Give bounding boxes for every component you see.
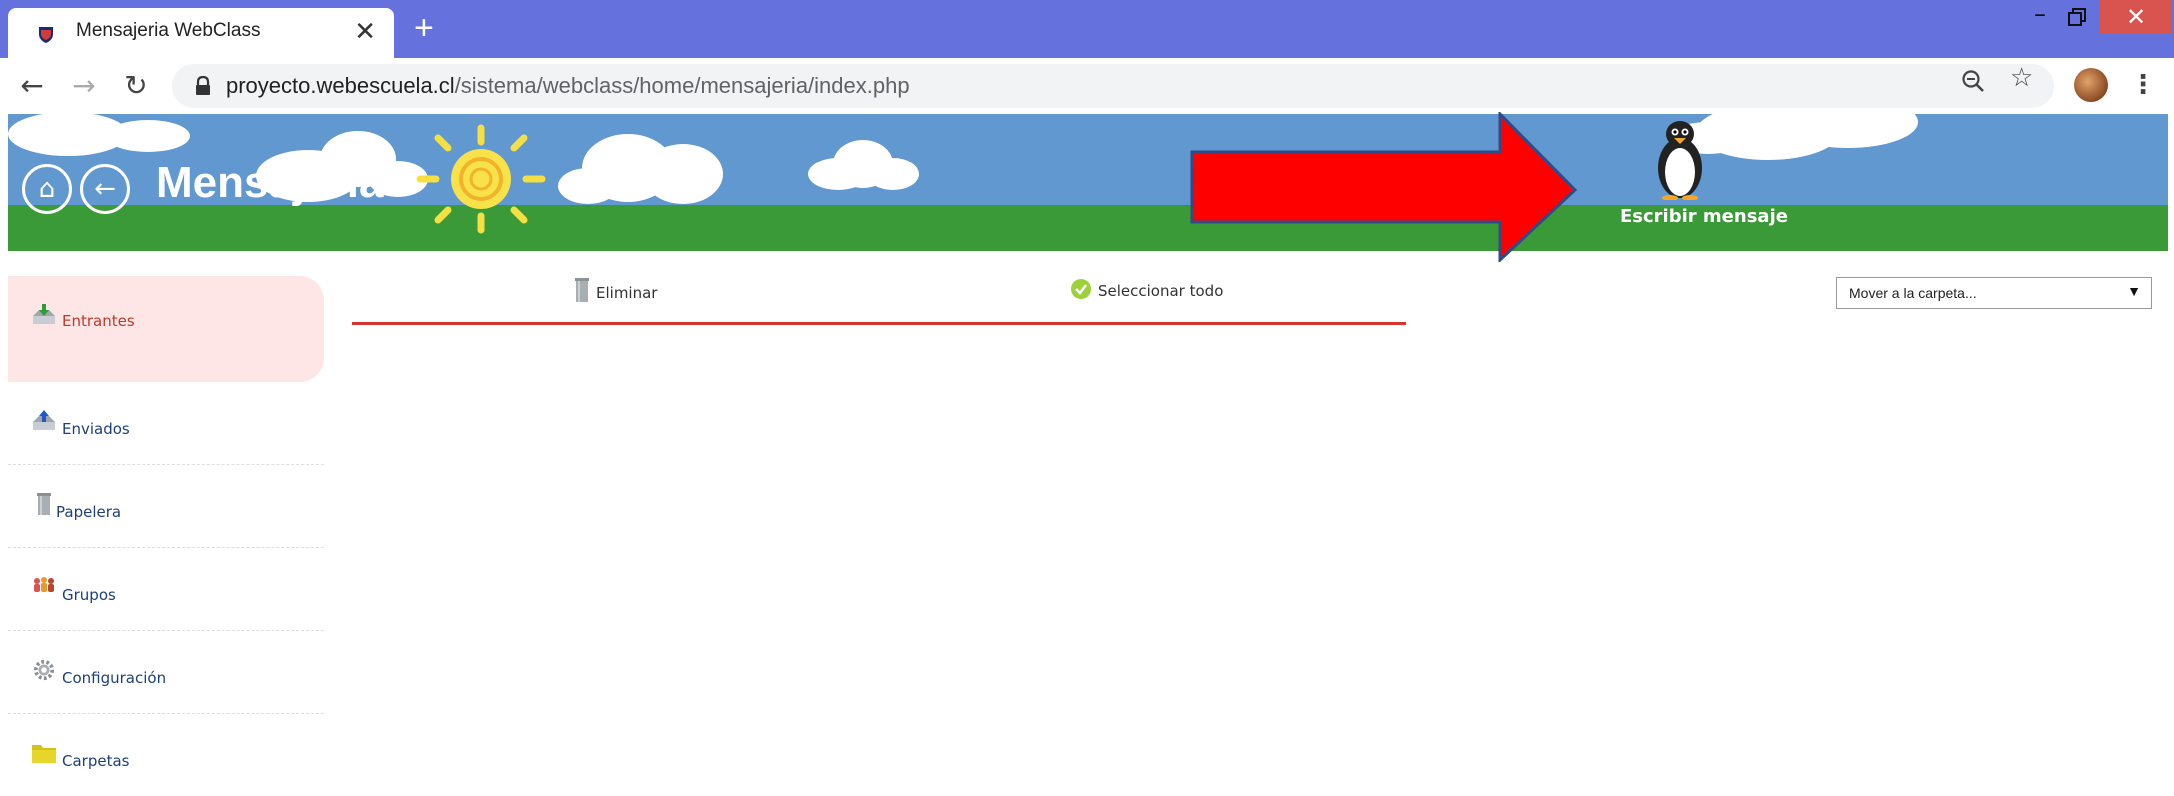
url-bar[interactable]: proyecto.webescuela.cl/sistema/webclass/… — [172, 64, 2054, 108]
sidebar-item-label: Enviados — [62, 420, 130, 438]
sidebar-item-label: Entrantes — [62, 312, 135, 330]
tab-close-icon[interactable]: ✕ — [354, 16, 376, 47]
tab-title: Mensajeria WebClass — [76, 20, 261, 41]
url-path: /sistema/webclass/home/mensajeria/index.… — [454, 73, 910, 98]
trash-icon — [37, 493, 51, 515]
grass-hill — [8, 205, 2168, 251]
sidebar-item-entrantes[interactable]: Entrantes — [8, 276, 324, 382]
school-shield-icon — [39, 27, 53, 43]
sidebar-item-label: Carpetas — [62, 752, 130, 770]
delete-label: Eliminar — [596, 284, 658, 302]
penguin-icon[interactable] — [1650, 118, 1710, 200]
window-close-button[interactable]: ✕ — [2100, 0, 2172, 34]
write-message-label[interactable]: Escribir mensaje — [1620, 206, 1788, 227]
bookmark-star-icon[interactable]: ☆ — [2010, 63, 2033, 93]
folder-sidebar: Entrantes Enviados Papelera Grupos Confi… — [8, 276, 324, 796]
check-circle-icon — [1071, 279, 1091, 299]
red-arrow-annotation — [1190, 112, 1578, 262]
folder-icon — [32, 745, 56, 763]
back-circle-icon[interactable]: ← — [80, 164, 130, 214]
inbox-download-icon — [33, 304, 55, 324]
window-minimize-button[interactable]: – — [2027, 2, 2053, 30]
zoom-out-icon[interactable] — [1960, 68, 1986, 94]
profile-avatar[interactable] — [2074, 68, 2108, 102]
url-domain: proyecto.webescuela.cl — [226, 73, 455, 98]
address-toolbar: ← → ↻ proyecto.webescuela.cl/sistema/web… — [0, 58, 2174, 114]
sidebar-item-configuracion[interactable]: Configuración — [8, 631, 324, 714]
sidebar-item-grupos[interactable]: Grupos — [8, 548, 324, 631]
select-all-button[interactable]: Seleccionar todo — [1070, 278, 1223, 300]
outbox-upload-icon — [33, 410, 55, 430]
page-title: Mensajería — [156, 158, 384, 207]
message-toolbar: Eliminar Seleccionar todo — [352, 270, 1406, 325]
reload-icon[interactable]: ↻ — [120, 70, 152, 102]
delete-button[interactable]: Eliminar — [574, 278, 657, 302]
forward-arrow-icon[interactable]: → — [68, 70, 100, 102]
browser-tab-strip: Mensajeria WebClass ✕ + – ✕ — [0, 0, 2174, 58]
sidebar-item-label: Grupos — [62, 586, 116, 604]
browser-menu-icon[interactable]: ⋮ — [2130, 68, 2156, 102]
gear-icon — [33, 659, 55, 681]
group-icon — [34, 577, 54, 592]
lock-icon — [196, 76, 210, 95]
sidebar-item-carpetas[interactable]: Carpetas — [8, 714, 324, 796]
trash-icon — [575, 278, 589, 302]
url-text: proyecto.webescuela.cl/sistema/webclass/… — [226, 73, 910, 99]
sidebar-item-papelera[interactable]: Papelera — [8, 465, 324, 548]
sidebar-item-label: Configuración — [62, 669, 167, 687]
back-arrow-icon[interactable]: ← — [16, 70, 48, 102]
new-tab-button[interactable]: + — [414, 10, 434, 46]
select-all-label: Seleccionar todo — [1098, 282, 1224, 300]
move-to-folder-value: Mover a la carpeta... — [1849, 285, 1977, 301]
sun-icon — [416, 124, 546, 234]
sidebar-item-enviados[interactable]: Enviados — [8, 382, 324, 465]
mensajeria-banner: ⌂ ← Mensajería Escribir mensaje — [8, 114, 2168, 251]
move-to-folder-select[interactable]: Mover a la carpeta... ▼ — [1836, 277, 2152, 309]
dropdown-arrow-icon: ▼ — [2127, 283, 2141, 299]
window-restore-icon[interactable] — [2064, 4, 2090, 30]
browser-tab[interactable]: Mensajeria WebClass ✕ — [8, 8, 394, 58]
home-icon[interactable]: ⌂ — [22, 164, 72, 214]
sidebar-item-label: Papelera — [56, 503, 122, 521]
